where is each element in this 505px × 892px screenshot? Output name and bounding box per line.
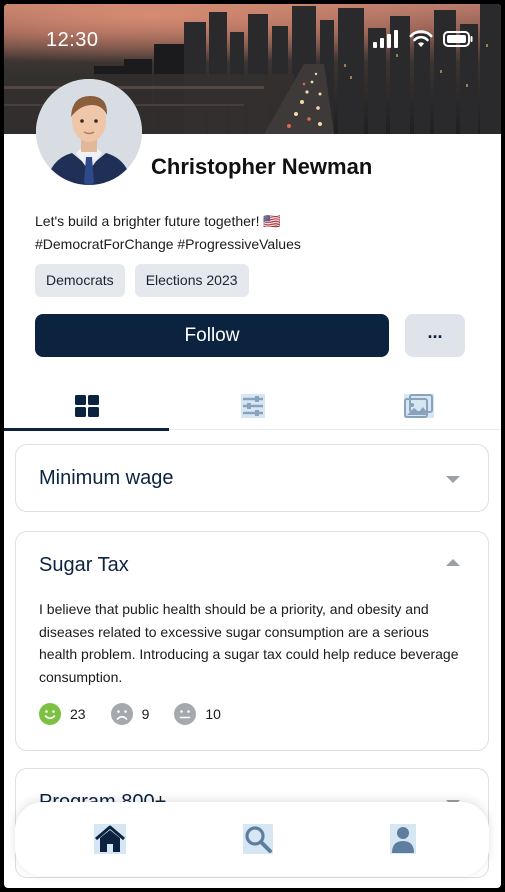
grid-icon <box>74 395 99 417</box>
sliders-icon <box>240 394 265 418</box>
search-icon <box>243 824 273 854</box>
topic-card-minimum-wage[interactable]: Minimum wage <box>15 444 489 512</box>
negative-count: 9 <box>141 706 150 722</box>
status-icons <box>373 30 473 48</box>
profile-icon <box>390 824 416 854</box>
topic-card-sugar-tax[interactable]: Sugar Tax I believe that public health s… <box>15 531 489 751</box>
reaction-negative[interactable]: 9 <box>110 703 150 725</box>
topic-title: Minimum wage <box>39 467 174 489</box>
signal-icon <box>373 30 398 48</box>
phone-frame: 12:30 Christopher Newman Let's build a b… <box>0 0 505 892</box>
tag-elections-2023[interactable]: Elections 2023 <box>134 264 249 297</box>
reaction-positive[interactable]: 23 <box>39 703 86 725</box>
bio-line: Let's build a brighter future together! … <box>35 213 281 229</box>
more-options-button[interactable]: ... <box>405 314 465 357</box>
tag-democrats[interactable]: Democrats <box>35 264 125 297</box>
avatar[interactable] <box>36 79 142 185</box>
profile-tabs <box>4 382 501 431</box>
neutral-face-icon <box>174 703 197 725</box>
topic-body: I believe that public health should be a… <box>39 601 459 685</box>
tab-settings[interactable] <box>170 382 335 430</box>
profile-tags: Democrats Elections 2023 <box>35 264 249 297</box>
chevron-up-icon[interactable] <box>446 559 460 566</box>
frown-icon <box>110 703 133 725</box>
topic-title: Sugar Tax <box>39 554 129 576</box>
wifi-icon <box>409 30 433 47</box>
screen: 12:30 Christopher Newman Let's build a b… <box>4 4 501 888</box>
bio-hashtags: #DemocratForChange #ProgressiveValues <box>35 236 301 252</box>
nav-home[interactable] <box>93 822 127 856</box>
tab-gallery[interactable] <box>336 382 501 430</box>
tab-grid[interactable] <box>4 382 169 431</box>
home-icon <box>94 824 126 854</box>
reactions: 23 9 10 <box>39 703 246 725</box>
bottom-navigation <box>15 802 489 876</box>
neutral-count: 10 <box>205 706 221 722</box>
follow-button[interactable]: Follow <box>35 314 389 357</box>
nav-profile[interactable] <box>386 822 420 856</box>
profile-name: Christopher Newman <box>151 154 373 179</box>
smile-icon <box>39 703 61 725</box>
status-time: 12:30 <box>46 29 99 51</box>
profile-bio: Let's build a brighter future together! … <box>35 210 475 256</box>
reaction-neutral[interactable]: 10 <box>174 703 221 725</box>
chevron-down-icon[interactable] <box>446 476 460 483</box>
positive-count: 23 <box>70 706 86 722</box>
battery-icon <box>443 31 473 47</box>
nav-search[interactable] <box>241 822 275 856</box>
gallery-icon <box>403 394 434 418</box>
